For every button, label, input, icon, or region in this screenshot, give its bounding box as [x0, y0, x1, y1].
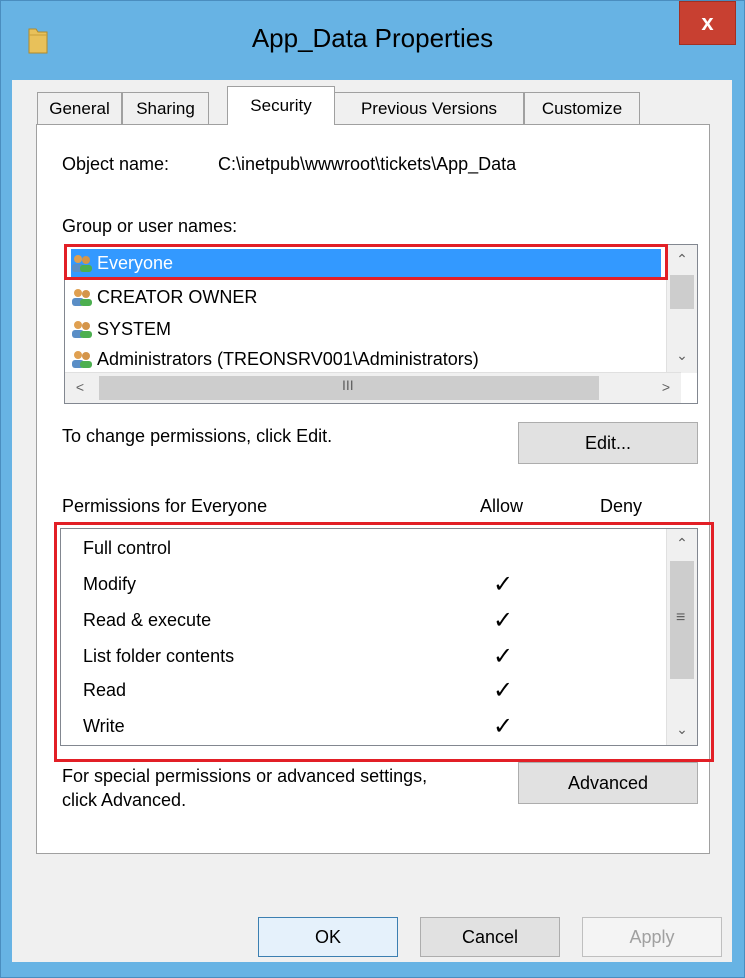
scroll-thumb[interactable]: ≡	[670, 561, 694, 679]
grip-icon: ≡	[676, 609, 686, 626]
ok-button[interactable]: OK	[258, 917, 398, 957]
scroll-down-icon[interactable]: ⌄	[667, 715, 697, 743]
allow-column-header: Allow	[480, 496, 524, 516]
change-permissions-text: To change permissions, click Edit.	[62, 426, 333, 446]
permission-read-execute: Read & execute ✓	[83, 605, 643, 635]
list-item-everyone[interactable]: Everyone	[71, 249, 661, 277]
scroll-up-icon[interactable]: ⌃	[667, 529, 697, 557]
permission-name: Full control	[83, 537, 172, 558]
tab-sharing[interactable]: Sharing	[122, 92, 209, 124]
check-icon: ✓	[493, 712, 514, 740]
check-icon: ✓	[493, 606, 514, 634]
tab-security[interactable]: Security	[227, 86, 335, 125]
scroll-thumb[interactable]	[670, 275, 694, 309]
permission-modify: Modify ✓	[83, 569, 643, 599]
list-item-administrators[interactable]: Administrators (TREONSRV001\Administrato…	[71, 349, 661, 371]
window-title: App_Data Properties	[251, 23, 494, 53]
permission-name: List folder contents	[83, 645, 235, 666]
deny-column-header: Deny	[600, 496, 643, 516]
close-icon: x	[701, 10, 714, 35]
check-icon: ✓	[493, 676, 514, 704]
scroll-right-icon[interactable]: >	[651, 373, 681, 401]
scroll-thumb[interactable]: III	[99, 376, 599, 400]
object-name-value: C:\inetpub\wwwroot\tickets\App_Data	[218, 154, 517, 174]
apply-button[interactable]: Apply	[582, 917, 722, 957]
user-list[interactable]: Everyone CREATOR OWNER SYSTEM Administra…	[64, 244, 698, 404]
users-group-icon	[71, 287, 93, 307]
user-list-horizontal-scrollbar[interactable]: < III >	[65, 372, 681, 403]
permissions-vertical-scrollbar[interactable]: ⌃ ≡ ⌄	[666, 529, 697, 745]
check-icon: ✓	[493, 570, 514, 598]
permission-name: Modify	[83, 573, 137, 594]
cancel-button[interactable]: Cancel	[420, 917, 560, 957]
user-list-vertical-scrollbar[interactable]: ⌃ ⌄	[666, 245, 697, 373]
advanced-info-line-1: For special permissions or advanced sett…	[62, 766, 428, 786]
tab-previous-versions[interactable]: Previous Versions	[334, 92, 524, 124]
tab-customize[interactable]: Customize	[524, 92, 640, 124]
list-item-system[interactable]: SYSTEM	[71, 315, 661, 343]
permission-name: Write	[83, 715, 125, 736]
tab-general[interactable]: General	[37, 92, 122, 124]
grip-icon: III	[342, 377, 354, 393]
dialog-client-area: General Sharing Security Previous Versio…	[12, 80, 732, 962]
user-name: CREATOR OWNER	[97, 286, 258, 307]
edit-button[interactable]: Edit...	[518, 422, 698, 464]
scroll-down-icon[interactable]: ⌄	[667, 341, 697, 369]
permissions-list[interactable]: Full control Modify ✓ Read & execute ✓ Lis…	[60, 528, 698, 746]
object-name-label: Object name:	[62, 154, 170, 174]
permission-write: Write ✓	[83, 711, 643, 741]
users-group-icon	[71, 319, 93, 339]
permission-name: Read & execute	[83, 609, 212, 630]
users-group-icon	[71, 349, 93, 369]
list-item-creator-owner[interactable]: CREATOR OWNER	[71, 283, 661, 311]
title-bar[interactable]: App_Data Properties x	[1, 1, 744, 83]
scroll-left-icon[interactable]: <	[65, 373, 95, 401]
advanced-info-line-2: click Advanced.	[62, 790, 187, 810]
user-name: Everyone	[97, 252, 174, 273]
user-name: Administrators (TREONSRV001\Administrato…	[97, 349, 479, 369]
check-icon: ✓	[493, 642, 514, 670]
advanced-button[interactable]: Advanced	[518, 762, 698, 804]
permission-read: Read ✓	[83, 675, 643, 705]
permission-name: Read	[83, 679, 127, 700]
user-name: SYSTEM	[97, 318, 172, 339]
permission-list-folder-contents: List folder contents ✓	[83, 641, 643, 671]
scroll-up-icon[interactable]: ⌃	[667, 245, 697, 273]
close-button[interactable]: x	[679, 1, 736, 45]
group-or-user-names-label: Group or user names:	[62, 216, 238, 236]
permission-full-control: Full control	[83, 533, 643, 563]
permissions-for-label: Permissions for Everyone	[62, 496, 268, 516]
users-group-icon	[71, 253, 93, 273]
